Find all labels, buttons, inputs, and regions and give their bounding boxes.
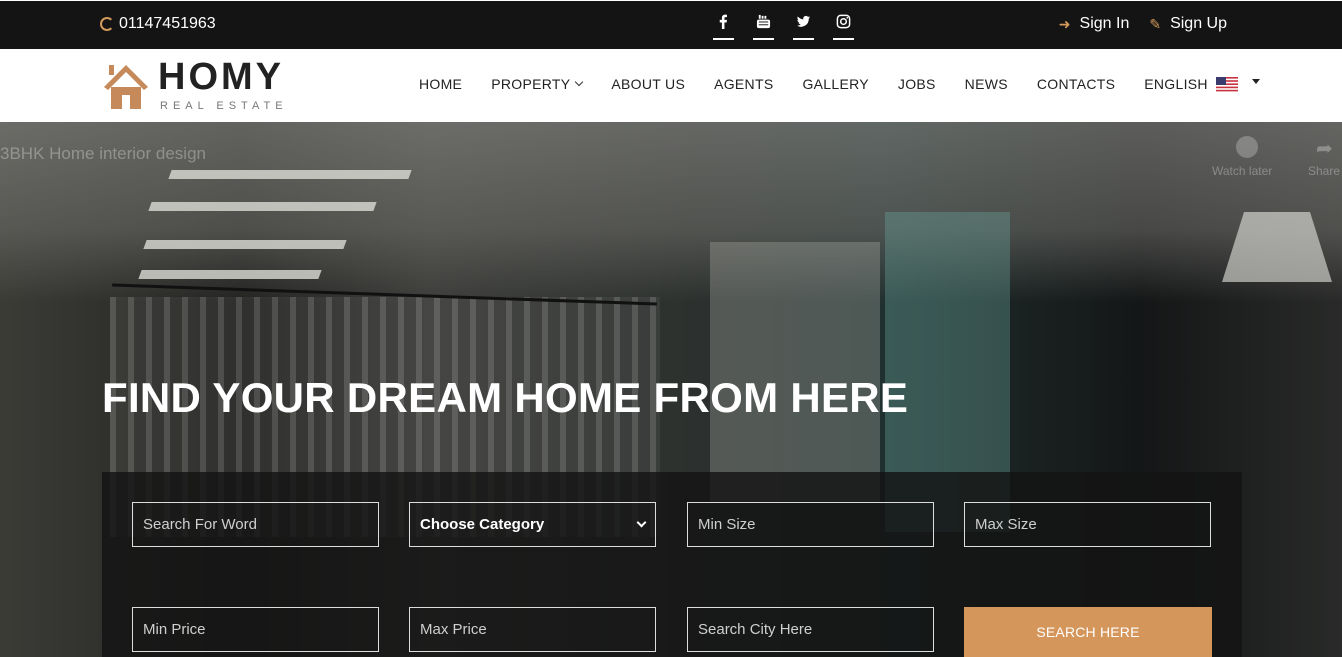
- pencil-icon: ✎: [1149, 15, 1162, 32]
- ceiling-light: [143, 240, 347, 249]
- house-logo-icon: [104, 65, 148, 109]
- instagram-icon[interactable]: [833, 14, 854, 40]
- min-price-input[interactable]: Min Price: [132, 607, 379, 652]
- language-dropdown[interactable]: ENGLISH: [1144, 76, 1260, 92]
- nav-label: AGENTS: [714, 76, 774, 92]
- us-flag-icon: [1215, 76, 1238, 92]
- logo-subtitle: REAL ESTATE: [160, 100, 288, 112]
- top-bar: 01147451963 ➜ Sign In ✎ Sign Up: [0, 0, 1342, 49]
- nav-item-gallery[interactable]: GALLERY: [802, 76, 868, 92]
- sign-up-label: Sign Up: [1170, 15, 1227, 32]
- language-label: ENGLISH: [1144, 76, 1208, 92]
- nav-item-contacts[interactable]: CONTACTS: [1037, 76, 1115, 92]
- min-size-input[interactable]: Min Size: [687, 502, 934, 547]
- video-title[interactable]: 3BHK Home interior design: [0, 144, 206, 164]
- ceiling-light: [138, 270, 322, 279]
- watch-later-label[interactable]: Watch later: [1212, 164, 1272, 178]
- hero-wall-panel: [710, 242, 880, 502]
- max-price-input[interactable]: Max Price: [409, 607, 656, 652]
- social-links: [713, 14, 854, 40]
- auth-links: ➜ Sign In ✎ Sign Up: [1059, 15, 1227, 33]
- youtube-icon[interactable]: [753, 14, 774, 40]
- nav-label: HOME: [419, 76, 463, 92]
- nav-menu: HOME PROPERTY ABOUT US AGENTS GALLERY JO…: [419, 76, 1289, 92]
- max-size-input[interactable]: Max Size: [964, 502, 1211, 547]
- nav-item-news[interactable]: NEWS: [965, 76, 1008, 92]
- sign-up-link[interactable]: ✎ Sign Up: [1149, 15, 1227, 33]
- nav-item-agents[interactable]: AGENTS: [714, 76, 773, 92]
- search-button[interactable]: SEARCH HERE: [964, 607, 1212, 657]
- phone-contact[interactable]: 01147451963: [100, 15, 216, 33]
- main-navbar: HOMY REAL ESTATE HOME PROPERTY ABOUT US …: [0, 49, 1342, 122]
- nav-label: PROPERTY: [491, 76, 571, 92]
- nav-label: NEWS: [964, 76, 1008, 92]
- chevron-down-icon: [575, 77, 584, 87]
- category-select-value: Choose Category: [420, 516, 545, 533]
- nav-item-about-us[interactable]: ABOUT US: [611, 76, 685, 92]
- logo-title: HOMY: [158, 56, 284, 98]
- facebook-icon[interactable]: [713, 14, 734, 40]
- chevron-down-icon: [636, 517, 647, 528]
- nav-label: ABOUT US: [611, 76, 686, 92]
- nav-label: JOBS: [897, 76, 936, 92]
- nav-item-property[interactable]: PROPERTY: [491, 76, 584, 92]
- search-word-input[interactable]: Search For Word: [132, 502, 379, 547]
- twitter-icon[interactable]: [793, 14, 814, 40]
- sign-in-link[interactable]: ➜ Sign In: [1059, 15, 1130, 33]
- ceiling-light: [168, 170, 412, 179]
- caret-down-icon: [1251, 78, 1260, 84]
- nav-item-jobs[interactable]: JOBS: [898, 76, 936, 92]
- hero-section: 3BHK Home interior design Watch later ➦ …: [0, 122, 1342, 657]
- clock-icon[interactable]: [1236, 136, 1258, 158]
- sign-in-label: Sign In: [1079, 15, 1130, 32]
- phone-icon: [100, 17, 114, 31]
- nav-item-home[interactable]: HOME: [419, 76, 462, 92]
- share-icon[interactable]: ➦: [1316, 136, 1333, 161]
- nav-label: GALLERY: [802, 76, 869, 92]
- city-search-input[interactable]: Search City Here: [687, 607, 934, 652]
- sign-in-icon: ➜: [1058, 15, 1071, 32]
- hero-title: FIND YOUR DREAM HOME FROM HERE: [102, 374, 909, 421]
- ceiling-light: [148, 202, 377, 211]
- search-panel: Search For Word Choose Category Min Size…: [102, 472, 1242, 657]
- category-select[interactable]: Choose Category: [409, 502, 656, 547]
- nav-label: CONTACTS: [1036, 76, 1116, 92]
- share-label[interactable]: Share: [1308, 164, 1340, 178]
- logo[interactable]: HOMY REAL ESTATE: [102, 56, 288, 112]
- phone-number: 01147451963: [119, 15, 216, 32]
